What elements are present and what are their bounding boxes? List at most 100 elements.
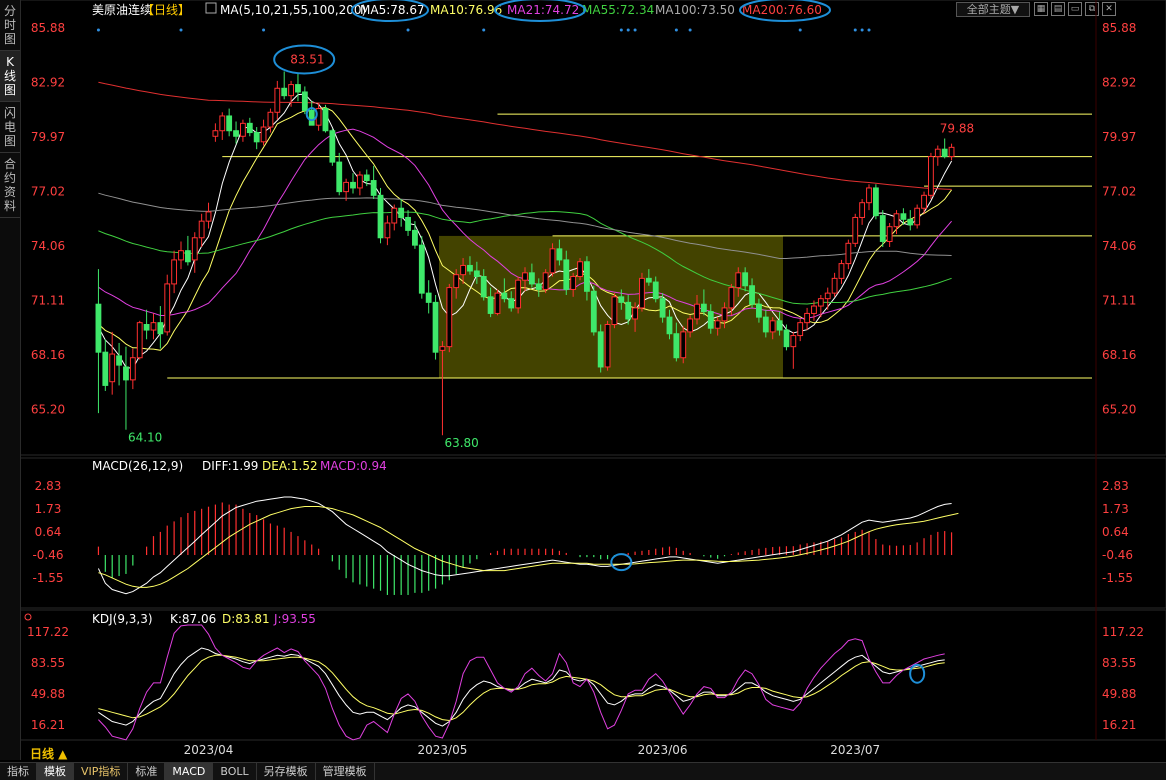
bottom-tab-0[interactable]: 指标 — [0, 763, 37, 780]
candle-body — [639, 277, 645, 309]
price-tick-left-1: 82.92 — [31, 75, 65, 89]
candle-body — [246, 122, 253, 134]
candle-body — [797, 322, 804, 337]
signal-dot — [674, 28, 678, 32]
candle-body — [308, 109, 315, 126]
candle-body — [886, 226, 893, 242]
candle-body — [116, 355, 122, 366]
bottom-tab-3[interactable]: 标准 — [128, 763, 166, 780]
period-selector[interactable]: 日线 ▲ — [30, 745, 67, 762]
candle-body — [384, 222, 391, 239]
high-label: 83.51 — [290, 52, 324, 66]
signal-dot — [406, 28, 410, 32]
kdj-tick-left-0: 117.22 — [27, 625, 69, 639]
legend-item-3: MA5:78.67 — [360, 3, 425, 17]
candle-body — [859, 202, 866, 218]
candle-body — [769, 320, 776, 333]
macd-tick-right-1: 1.73 — [1102, 502, 1129, 516]
recent-high-label: 79.88 — [940, 121, 974, 135]
signal-dot — [179, 28, 183, 32]
candle-body — [673, 333, 680, 359]
price-tick-right-2: 79.97 — [1102, 130, 1136, 144]
candle-body — [205, 211, 212, 222]
candle-body — [659, 298, 666, 318]
candle-body — [460, 264, 466, 276]
price-tick-left-7: 65.20 — [31, 402, 65, 416]
kdj-tick-right-3: 16.21 — [1102, 718, 1136, 732]
candle-body — [150, 322, 157, 331]
kdj-tick-left-1: 83.55 — [31, 656, 65, 670]
candle-body — [260, 126, 267, 143]
legend-toggle-icon — [205, 2, 217, 14]
candle-body — [157, 322, 164, 335]
candle-body — [350, 181, 356, 189]
kdj-j-readout: J:93.55 — [273, 612, 316, 626]
sidebar-tab-3[interactable]: 合约资料 — [0, 153, 20, 218]
sidebar-tab-1[interactable]: K线图 — [0, 51, 20, 102]
macd-tick-left-2: 0.64 — [35, 525, 62, 539]
candle-body — [446, 287, 453, 348]
signal-dot — [626, 28, 630, 32]
bottom-tab-6[interactable]: 另存模板 — [257, 763, 316, 780]
candle-body — [253, 132, 260, 143]
candle-body — [102, 351, 109, 386]
candle-body — [556, 248, 563, 261]
ma200-line — [98, 81, 952, 190]
kdj-j-line — [98, 624, 945, 741]
legend-item-8: MA200:76.60 — [742, 3, 822, 17]
bottom-tab-4[interactable]: MACD — [165, 763, 214, 780]
candle-body — [776, 320, 783, 331]
candle-body — [817, 298, 824, 307]
kdj-d-line — [98, 654, 945, 722]
candle-body — [467, 264, 473, 272]
candle-body — [233, 130, 239, 137]
kdj-tick-left-2: 49.88 — [31, 687, 65, 701]
bottom-tab-5[interactable]: BOLL — [213, 763, 257, 780]
candle-body — [604, 324, 611, 368]
chart-area[interactable]: 85.88 85.88 82.92 82.92 79.97 79.97 77.02 77.02… — [20, 0, 1166, 762]
candle-body — [363, 174, 370, 182]
macd-dea-line — [98, 506, 959, 588]
bottom-tab-2[interactable]: VIP指标 — [74, 763, 129, 780]
candle-body — [356, 174, 363, 189]
candle-body — [845, 242, 852, 265]
candle-body — [164, 283, 171, 333]
candle-body — [611, 296, 618, 326]
left-sidebar: 分时图K线图闪电图合约资料 — [0, 0, 21, 760]
candle-body — [790, 335, 797, 348]
sidebar-tab-2[interactable]: 闪电图 — [0, 102, 20, 153]
candle-body — [453, 274, 460, 289]
macd-tick-left-3: -0.46 — [32, 548, 63, 562]
candle-body — [109, 353, 116, 383]
candle-body — [143, 324, 150, 331]
candle-body — [680, 331, 687, 359]
candle-body — [700, 303, 707, 313]
low-label-1: 64.10 — [128, 431, 162, 445]
candle-body — [872, 187, 879, 217]
macd-tick-left-4: -1.55 — [32, 571, 63, 585]
candle-body — [439, 346, 446, 351]
kdj-title: KDJ(9,3,3) — [92, 612, 153, 626]
signal-dot — [688, 28, 692, 32]
candle-body — [721, 307, 728, 322]
candle-body — [694, 303, 700, 320]
candle-body — [336, 161, 343, 193]
candle-body — [240, 122, 246, 137]
candle-body — [281, 87, 288, 97]
macd-diff-line — [97, 496, 952, 595]
candle-body — [941, 148, 948, 158]
candle-body — [123, 366, 129, 381]
legend-item-5: MA21:74.72 — [507, 3, 579, 17]
candle-body — [838, 263, 845, 279]
candle-body — [928, 156, 934, 196]
candle-body — [866, 187, 872, 204]
legend-item-7: MA100:73.50 — [655, 3, 735, 17]
candle-body — [398, 207, 405, 218]
bottom-tab-7[interactable]: 管理模板 — [316, 763, 375, 780]
candle-body — [645, 277, 652, 283]
sidebar-tab-0[interactable]: 分时图 — [0, 0, 20, 51]
bottom-tab-1[interactable]: 模板 — [37, 763, 74, 780]
macd-annotation-ellipse — [610, 553, 633, 572]
price-tick-left-4: 74.06 — [31, 239, 65, 253]
candle-body — [570, 276, 577, 290]
